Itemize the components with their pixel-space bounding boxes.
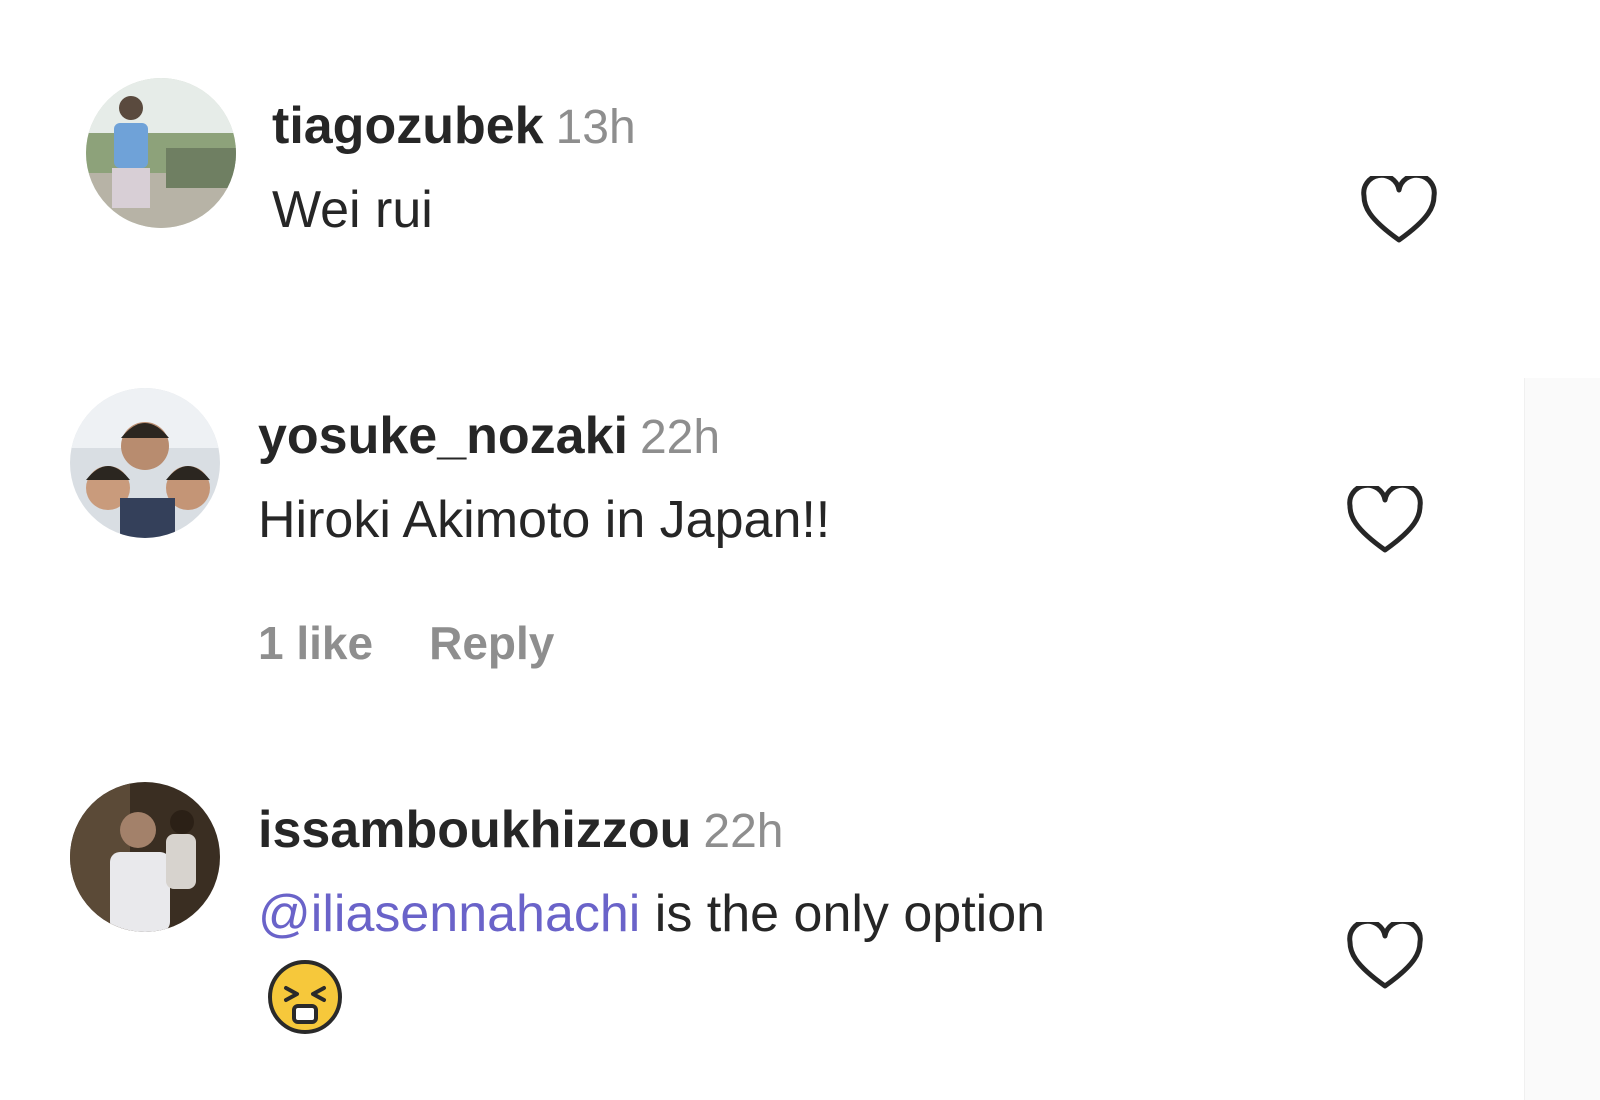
comment-text: is the only option [640, 885, 1046, 943]
like-count[interactable]: 1 like [258, 620, 373, 666]
username[interactable]: tiagozubek [272, 97, 544, 155]
reply-button[interactable]: Reply [429, 620, 554, 666]
avatar[interactable] [70, 782, 220, 932]
heart-outline-icon[interactable] [1346, 486, 1424, 556]
timestamp[interactable]: 13h [556, 101, 636, 154]
timestamp[interactable]: 22h [640, 411, 720, 464]
username[interactable]: yosuke_nozaki [258, 407, 628, 465]
scrunched-face-emoji-icon [266, 958, 344, 1036]
timestamp[interactable]: 22h [703, 805, 783, 858]
mention-link[interactable]: @iliasennahachi [258, 885, 640, 943]
heart-outline-icon[interactable] [1360, 176, 1438, 246]
avatar[interactable] [86, 78, 236, 228]
comment-text: Hiroki Akimoto in Japan!! [258, 491, 831, 549]
username[interactable]: issamboukhizzou [258, 801, 691, 859]
scrollbar-track[interactable] [1524, 378, 1600, 1100]
heart-outline-icon[interactable] [1346, 922, 1424, 992]
comment-text: Wei rui [272, 181, 433, 239]
avatar[interactable] [70, 388, 220, 538]
